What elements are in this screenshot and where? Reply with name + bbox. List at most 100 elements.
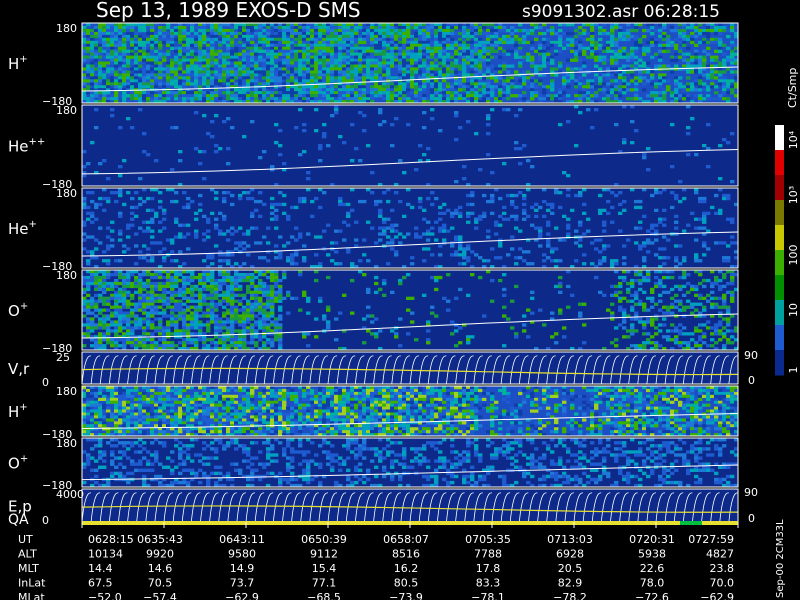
- colorbar: Ct/Smp 10⁴ 10³ 100 10 1: [775, 68, 800, 376]
- cell-alt: 9112: [310, 548, 338, 561]
- y-axis-bottom-label: 0: [42, 514, 49, 527]
- row-label-inlat: InLat: [18, 577, 46, 590]
- cell-mlt: 14.9: [230, 562, 255, 575]
- colorbar-swatch: [775, 250, 784, 276]
- cell-alt: 9580: [228, 548, 256, 561]
- colorbar-swatch: [775, 350, 784, 376]
- colorbar-unit: Ct/Smp: [786, 68, 799, 108]
- row-label-alt: ALT: [18, 548, 37, 561]
- cell-mlt: 17.8: [476, 562, 501, 575]
- cell-mlat: −62.9: [225, 591, 259, 600]
- cell-inlat: 70.5: [148, 577, 173, 590]
- panel-4: 180−180O+: [8, 269, 739, 355]
- cell-inlat: 82.9: [558, 577, 583, 590]
- cell-ut: 0720:31: [629, 533, 675, 546]
- cell-ut: 0713:03: [547, 533, 593, 546]
- cell-alt: 6928: [556, 548, 584, 561]
- cell-ut: 0650:39: [301, 533, 347, 546]
- colorbar-swatch: [775, 125, 784, 151]
- y-axis-top-label: 180: [56, 104, 77, 117]
- colorbar-swatch: [775, 225, 784, 251]
- panel-2: 180−180He++: [8, 104, 739, 191]
- cell-alt: 9920: [146, 548, 174, 561]
- panel-7: 180−180O+: [8, 437, 739, 492]
- cell-mlat: −62.9: [700, 591, 734, 600]
- cell-mlat: −68.5: [307, 591, 341, 600]
- cell-inlat: 77.1: [312, 577, 337, 590]
- cell-mlat: −78.1: [471, 591, 505, 600]
- y-axis-top-label: 4000: [56, 488, 84, 501]
- cell-mlt: 16.2: [394, 562, 419, 575]
- colorbar-swatch: [775, 175, 784, 201]
- cell-mlt: 23.8: [710, 562, 735, 575]
- cell-alt: 4827: [706, 548, 734, 561]
- colorbar-swatch: [775, 325, 784, 351]
- qa-label: QA: [8, 512, 29, 528]
- colorbar-swatch: [775, 275, 784, 301]
- cell-inlat: 70.0: [710, 577, 735, 590]
- species-label: O+: [8, 454, 28, 473]
- right-axis-bottom: 0: [748, 512, 755, 525]
- panel-3: 180−180He+: [8, 187, 739, 273]
- panel-background: [82, 105, 738, 186]
- right-axis-top: 90: [744, 349, 758, 362]
- cell-inlat: 83.3: [476, 577, 501, 590]
- row-label-ut: UT: [18, 533, 33, 546]
- species-label: O+: [8, 301, 28, 320]
- cell-inlat: 78.0: [640, 577, 665, 590]
- colorbar-tick: 1: [787, 367, 800, 374]
- cell-alt: 5938: [638, 548, 666, 561]
- cell-ut: 0727:59: [688, 533, 734, 546]
- colorbar-swatch: [775, 150, 784, 176]
- panel-8: 90040000E,p: [8, 486, 758, 527]
- cell-ut: 0635:43: [137, 533, 183, 546]
- cell-mlat: −78.2: [553, 591, 587, 600]
- y-axis-top-label: 25: [56, 351, 70, 364]
- orbit-table: UT 0628:15 0635:43 0643:11 0650:39 0658:07 070…: [18, 533, 734, 600]
- species-label: He+: [8, 219, 37, 238]
- right-axis-bottom: 0: [748, 374, 755, 387]
- cell-inlat: 80.5: [394, 577, 419, 590]
- species-label: V,r: [8, 360, 30, 378]
- panel-1: 180−180H+: [8, 22, 739, 108]
- row-label-mlt: MLT: [18, 562, 39, 575]
- cell-inlat: 67.5: [88, 577, 113, 590]
- colorbar-tick: 100: [787, 245, 800, 266]
- colorbar-tick: 10³: [787, 186, 800, 204]
- cell-mlt: 20.5: [558, 562, 583, 575]
- cell-ut: 0643:11: [219, 533, 265, 546]
- cell-alt: 10134: [88, 548, 123, 561]
- colorbar-tick: 10⁴: [787, 130, 800, 149]
- right-axis-top: 90: [744, 486, 758, 499]
- cell-mlat: −72.6: [635, 591, 669, 600]
- y-axis-top-label: 180: [56, 22, 77, 35]
- colorbar-swatch: [775, 300, 784, 326]
- cell-mlat: −52.0: [88, 591, 122, 600]
- y-axis-top-label: 180: [56, 437, 77, 450]
- cell-mlt: 15.4: [312, 562, 337, 575]
- cell-mlt: 14.4: [88, 562, 113, 575]
- y-axis-top-label: 180: [56, 187, 77, 200]
- cell-alt: 7788: [474, 548, 502, 561]
- cell-mlt: 14.6: [148, 562, 173, 575]
- species-label: H+: [8, 54, 28, 73]
- species-label: H+: [8, 402, 28, 421]
- y-axis-bottom-label: 0: [42, 376, 49, 389]
- side-note: Sep-00 2CM33L: [775, 519, 786, 598]
- cell-mlat: −73.9: [389, 591, 423, 600]
- exos-d-sms-spectrogram: Sep 13, 1989 EXOS-D SMS s9091302.asr 06:2…: [8, 0, 800, 600]
- colorbar-swatch: [775, 200, 784, 226]
- species-label: He++: [8, 137, 45, 156]
- panel-5: 90 0 25 0 V,r: [8, 349, 758, 389]
- cell-ut: 0705:35: [465, 533, 511, 546]
- chart-title: Sep 13, 1989 EXOS-D SMS: [96, 0, 361, 22]
- cell-ut: 0658:07: [383, 533, 429, 546]
- colorbar-tick: 10: [787, 303, 800, 317]
- y-axis-top-label: 180: [56, 269, 77, 282]
- cell-mlt: 22.6: [640, 562, 665, 575]
- row-label-mlat: MLat: [18, 591, 45, 600]
- cell-mlat: −57.4: [143, 591, 177, 600]
- panel-6: 180−180H+: [8, 385, 739, 441]
- y-axis-top-label: 180: [56, 385, 77, 398]
- cell-ut: 0628:15: [88, 533, 134, 546]
